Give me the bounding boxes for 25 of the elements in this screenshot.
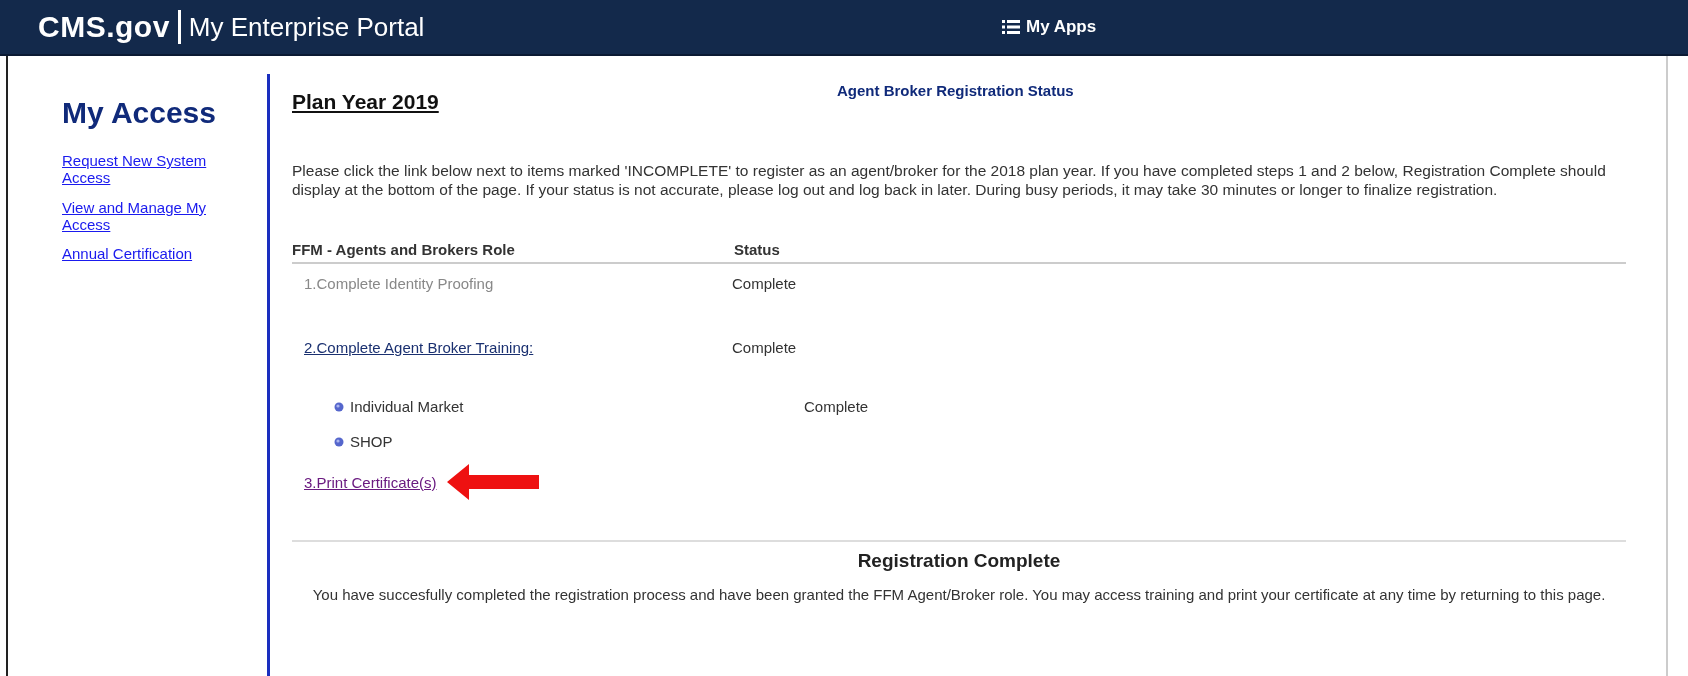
substep-label: SHOP — [350, 433, 393, 451]
portal-title: My Enterprise Portal — [187, 11, 425, 43]
logo[interactable]: CMS.gov — [38, 10, 181, 44]
status-text: Complete — [732, 274, 797, 292]
bullet-icon — [334, 436, 344, 447]
list-icon — [1002, 20, 1020, 34]
instructions-text: Please click the link below next to items marked 'INCOMPLETE' to register as an agent/broker for the 2018 plan year. If you have completed steps 1 and 2 below, Registration Complete should display at the bottom of the page. If your status is not accurate, please log out and log back in later. During busy periods, it may take 30 minutes or longer to finalize registration. — [292, 162, 1607, 200]
step-link[interactable]: 2.Complete Agent Broker Training: — [304, 338, 534, 356]
bullet-icon — [334, 401, 344, 412]
column-header: Status — [733, 241, 780, 259]
step-link[interactable]: 3.Print Certificate(s) — [304, 473, 437, 491]
sidebar-link[interactable]: Request New System Access — [62, 152, 222, 187]
plan-year-heading: Plan Year 2019 — [292, 90, 440, 114]
substep-label: Individual Market — [350, 398, 464, 416]
sidebar-link[interactable]: View and Manage My Access — [62, 198, 222, 233]
status-text: Complete — [732, 338, 797, 356]
result-title: Registration Complete — [856, 550, 1062, 573]
result-text: You have succesfully completed the registration process and have been granted the FFM Agent/Broker role. You may access training and print your certificate at any time by returning to this page. — [311, 586, 1607, 605]
status-text: Complete — [804, 398, 869, 416]
my-apps-button[interactable]: My Apps — [998, 15, 1101, 39]
column-header: FFM - Agents and Brokers Role — [292, 241, 516, 259]
page-title: Agent Broker Registration Status — [837, 82, 1074, 99]
sidebar-title: My Access — [62, 96, 217, 130]
step-label: 1.Complete Identity Proofing — [304, 274, 494, 292]
sidebar-link[interactable]: Annual Certification — [62, 245, 222, 263]
